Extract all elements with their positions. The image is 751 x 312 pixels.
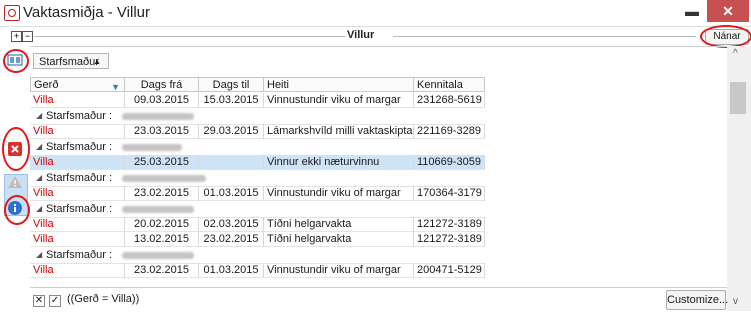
cell-heiti: Tíðni helgarvakta <box>264 217 414 232</box>
cell-til <box>199 155 264 170</box>
collapse-all-button[interactable]: − <box>22 31 33 42</box>
column-header-heiti[interactable]: Heiti <box>264 77 414 92</box>
cell-kt: 170364-3179 <box>414 186 485 201</box>
title-bar: Vaktasmiðja - Villur ▬ ✕ <box>0 0 751 27</box>
scroll-thumb[interactable] <box>730 82 746 114</box>
filter-expression: ((Gerð = Villa)) <box>67 293 140 305</box>
sort-ascending-icon: ▲ <box>93 57 101 66</box>
cell-gerd: Villa <box>30 217 125 232</box>
redacted-name <box>122 175 206 182</box>
collapse-group-icon[interactable]: ◢ <box>36 201 42 217</box>
cell-fra: 23.02.2015 <box>125 186 199 201</box>
redacted-name <box>122 252 194 259</box>
group-by-label: Starfsmaður <box>39 56 99 68</box>
scroll-down-icon[interactable]: v <box>733 296 738 307</box>
cell-gerd: Villa <box>30 232 125 247</box>
group-row[interactable]: ◢ Starfsmaður : <box>30 108 485 125</box>
minimize-button[interactable]: ▬ <box>679 0 705 24</box>
collapse-group-icon[interactable]: ◢ <box>36 247 42 263</box>
cell-gerd: Villa <box>30 93 125 108</box>
cell-heiti: Vinnur ekki næturvinnu <box>264 155 414 170</box>
group-row-label: Starfsmaður : <box>46 203 113 215</box>
column-header-dags-til[interactable]: Dags til <box>199 77 264 92</box>
cell-til: 02.03.2015 <box>199 217 264 232</box>
cell-til: 29.03.2015 <box>199 124 264 139</box>
table-row[interactable]: Villa 23.03.2015 29.03.2015 Lámarkshvíld mi… <box>30 124 485 139</box>
app-icon <box>4 5 20 21</box>
collapse-group-icon[interactable]: ◢ <box>36 170 42 186</box>
filter-footer: ✕ ✓ ((Gerð = Villa)) Customize... <box>30 287 728 312</box>
redacted-name <box>122 144 182 151</box>
filter-enabled-checkbox[interactable]: ✓ <box>49 295 61 307</box>
table-row[interactable]: Villa 23.02.2015 01.03.2015 Vinnustundir vi… <box>30 186 485 201</box>
cell-til: 15.03.2015 <box>199 93 264 108</box>
cell-heiti: Tíðni helgarvakta <box>264 232 414 247</box>
column-header-kennitala[interactable]: Kennitala <box>414 77 485 92</box>
error-filter-icon[interactable] <box>7 141 23 157</box>
cell-fra: 23.03.2015 <box>125 124 199 139</box>
divider <box>393 36 696 37</box>
cell-kt: 200471-5129 <box>414 263 485 278</box>
column-header-dags-fra[interactable]: Dags frá <box>125 77 199 92</box>
left-toolbar <box>0 46 30 311</box>
highlight-annotation <box>700 25 751 48</box>
cell-gerd: Villa <box>30 263 125 278</box>
column-header-gerd[interactable]: Gerð ▼ <box>30 77 125 92</box>
cell-kt: 221169-3289 <box>414 124 485 139</box>
expand-all-button[interactable]: + <box>11 31 22 42</box>
grid-panel: Starfsmaður ▲ Gerð ▼ Dags frá Dags til H… <box>30 46 727 312</box>
group-row-label: Starfsmaður : <box>46 172 113 184</box>
collapse-group-icon[interactable]: ◢ <box>36 139 42 155</box>
group-panel-toggle-icon[interactable] <box>7 53 23 69</box>
collapse-group-icon[interactable]: ◢ <box>36 108 42 124</box>
cell-til: 01.03.2015 <box>199 186 264 201</box>
redacted-name <box>122 206 194 213</box>
cell-heiti: Vinnustundir viku of margar <box>264 93 414 108</box>
table-row[interactable]: Villa 13.02.2015 23.02.2015 Tíðni helgarvak… <box>30 232 485 247</box>
group-row[interactable]: ◢ Starfsmaður : <box>30 170 485 187</box>
group-row-label: Starfsmaður : <box>46 249 113 261</box>
group-by-starfsmadur-button[interactable]: Starfsmaður ▲ <box>33 53 109 69</box>
table-row[interactable]: Villa 25.03.2015 Vinnur ekki næturvinnu 110… <box>30 155 485 170</box>
scroll-up-icon[interactable]: ^ <box>733 48 738 59</box>
cell-kt: 121272-3189 <box>414 217 485 232</box>
cell-fra: 09.03.2015 <box>125 93 199 108</box>
cell-fra: 20.02.2015 <box>125 217 199 232</box>
cell-heiti: Lámarkshvíld milli vaktaskipta of oft <box>264 124 414 139</box>
cell-heiti: Vinnustundir viku of margar <box>264 263 414 278</box>
clear-filter-icon[interactable]: ✕ <box>33 295 45 307</box>
redacted-name <box>122 113 194 120</box>
cell-kt: 110669-3059 <box>414 155 485 170</box>
cell-heiti: Vinnustundir viku of margar <box>264 186 414 201</box>
table-row[interactable]: Villa 23.02.2015 01.03.2015 Vinnustundir vi… <box>30 263 485 278</box>
cell-fra: 23.02.2015 <box>125 263 199 278</box>
panel-title: Villur <box>347 29 375 41</box>
table-row[interactable]: Villa 20.02.2015 02.03.2015 Tíðni helgarvak… <box>30 217 485 232</box>
group-row-label: Starfsmaður : <box>46 141 113 153</box>
warning-filter-icon[interactable] <box>7 175 23 191</box>
cell-til: 01.03.2015 <box>199 263 264 278</box>
cell-gerd: Villa <box>30 124 125 139</box>
cell-gerd: Villa <box>30 155 125 170</box>
cell-fra: 13.02.2015 <box>125 232 199 247</box>
info-filter-icon[interactable] <box>7 200 23 216</box>
window-title: Vaktasmiðja - Villur <box>23 4 150 21</box>
close-button[interactable]: ✕ <box>707 0 749 22</box>
cell-fra: 25.03.2015 <box>125 155 199 170</box>
group-row[interactable]: ◢ Starfsmaður : <box>30 139 485 156</box>
cell-til: 23.02.2015 <box>199 232 264 247</box>
table-row[interactable]: Villa 09.03.2015 15.03.2015 Vinnustundir vi… <box>30 93 485 108</box>
group-row[interactable]: ◢ Starfsmaður : <box>30 247 485 264</box>
group-row-label: Starfsmaður : <box>46 110 113 122</box>
customize-button[interactable]: Customize... <box>666 290 728 310</box>
cell-kt: 231268-5619 <box>414 93 485 108</box>
vertical-scrollbar[interactable]: ^ v <box>727 46 751 311</box>
divider <box>34 36 345 37</box>
group-row[interactable]: ◢ Starfsmaður : <box>30 201 485 218</box>
cell-kt: 121272-3189 <box>414 232 485 247</box>
cell-gerd: Villa <box>30 186 125 201</box>
